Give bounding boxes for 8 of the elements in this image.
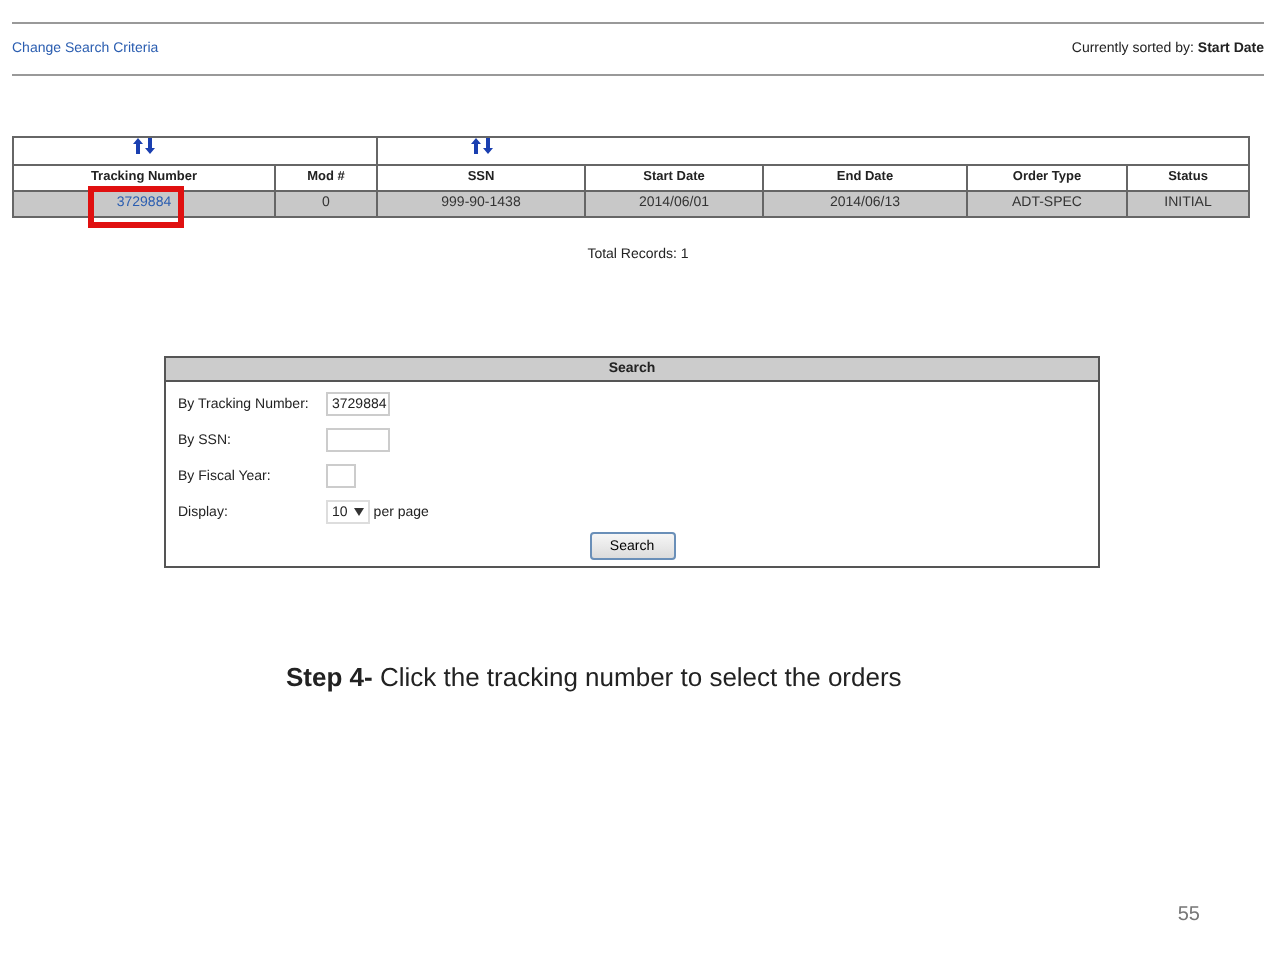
sort-icon[interactable] bbox=[469, 138, 494, 154]
page-number: 55 bbox=[1177, 904, 1200, 926]
sort-icon[interactable] bbox=[132, 138, 157, 154]
highlight-box bbox=[88, 186, 184, 228]
step-caption: Step 4- Click the tracking number to select the orders bbox=[286, 662, 904, 692]
input-field[interactable] bbox=[326, 464, 356, 488]
caret-icon bbox=[353, 508, 364, 516]
input-field[interactable] bbox=[326, 428, 390, 452]
